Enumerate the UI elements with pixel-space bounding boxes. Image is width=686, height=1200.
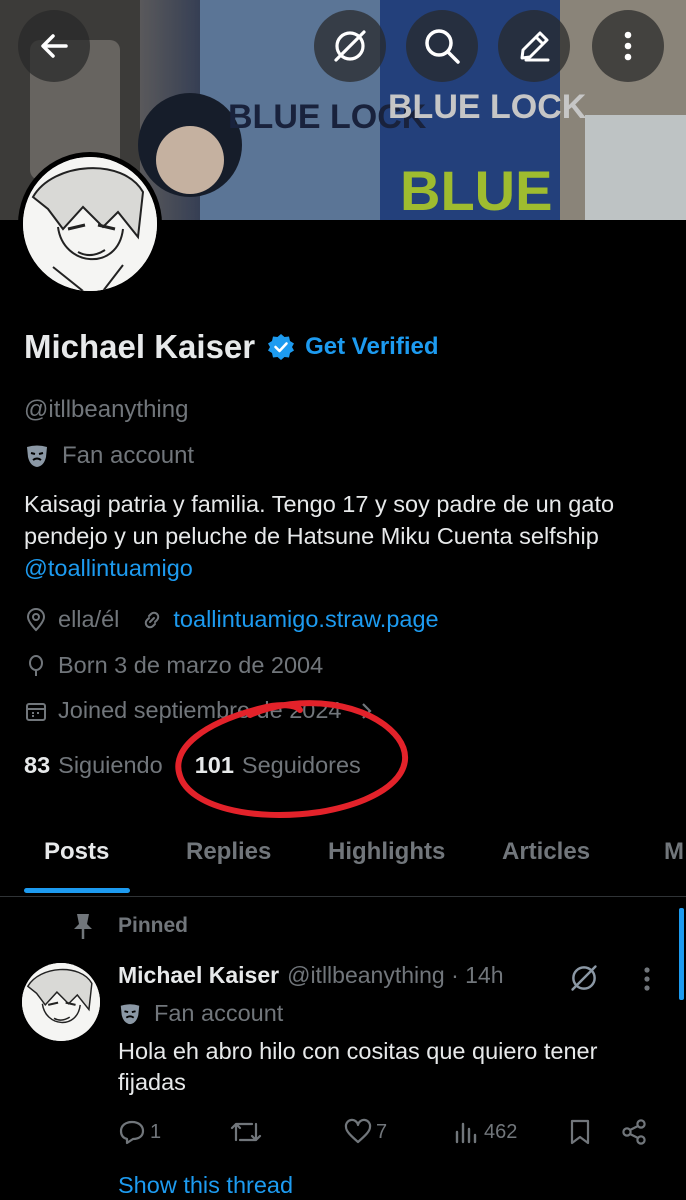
scrollbar[interactable] [679,908,684,1000]
avatar-image [23,157,157,291]
post-handle-time: @itllbeanything · 14h [287,962,504,988]
post-text: Hola eh abro hilo con cositas que quiero… [118,1038,598,1095]
calendar-icon [24,699,48,723]
pinned-indicator: Pinned [72,912,188,940]
post-author-name[interactable]: Michael Kaiser [118,962,279,989]
pinned-label: Pinned [118,914,189,937]
views-button[interactable]: 462 [454,1118,517,1146]
theater-mask-icon [24,443,50,469]
profile-location: ella/él [58,606,120,632]
back-arrow-icon [41,34,68,58]
profile-tabs: Posts Replies Highlights Articles M [0,830,686,897]
chevron-right-icon [360,701,374,721]
search-icon [425,29,460,64]
grok-button[interactable] [314,10,386,82]
profile-handle: @itllbeanything [24,396,189,423]
edit-button[interactable] [498,10,570,82]
views-count: 462 [484,1120,518,1143]
profile-meta-row-2: Born 3 de marzo de 2004 [24,652,323,679]
back-button[interactable] [18,10,90,82]
like-count: 7 [376,1120,388,1143]
repost-icon [230,1122,262,1142]
profile-born: Born 3 de marzo de 2004 [58,652,324,678]
theater-mask-icon [118,1002,142,1026]
profile-label-text: Fan account [62,442,195,469]
followers-count: 101 [194,752,234,778]
heart-icon [344,1118,372,1144]
tab-highlights[interactable]: Highlights [328,838,445,866]
profile-bio: Kaisagi patria y familia. Tengo 17 y soy… [24,488,664,584]
show-thread-link[interactable]: Show this thread [118,1172,293,1199]
following-count: 83 [24,752,51,778]
edit-icon [520,31,550,62]
bio-mention-link[interactable]: @toallintuamigo [24,555,193,581]
post-author-avatar[interactable] [22,963,100,1041]
grok-icon [334,30,366,62]
profile-label: Fan account [24,442,194,470]
active-tab-indicator [24,888,130,893]
reply-icon [119,1120,145,1145]
bookmark-icon [570,1119,590,1145]
balloon-icon [24,654,48,678]
link-icon [141,609,163,631]
more-button[interactable] [592,10,664,82]
repost-button[interactable] [230,1118,262,1146]
post-grok-button[interactable] [566,960,602,996]
more-vertical-icon [644,967,650,991]
post-label: Fan account [118,1000,283,1027]
like-button[interactable]: 7 [344,1118,387,1146]
profile-name: Michael Kaiser [24,328,256,365]
followers-link[interactable]: 101 Seguidores [195,752,361,779]
profile-meta-row-1: ella/él toallintuamigo.straw.page [24,606,439,633]
profile-joined: Joined septiembre de 2024 [58,697,342,723]
share-icon [622,1119,646,1145]
reply-count: 1 [150,1120,162,1143]
post-label-text: Fan account [154,1000,284,1026]
pin-icon [72,912,94,940]
reply-button[interactable]: 1 [118,1118,161,1146]
search-button[interactable] [406,10,478,82]
profile-name-row: Michael Kaiser Get Verified [24,328,439,366]
following-label: Siguiendo [58,752,163,778]
bar-chart-icon [455,1122,477,1144]
tab-posts[interactable]: Posts [44,838,109,866]
followers-label: Seguidores [241,752,361,778]
get-verified-button[interactable]: Get Verified [305,333,438,361]
grok-icon [571,965,597,991]
share-button[interactable] [620,1118,648,1146]
tab-articles[interactable]: Articles [502,838,590,866]
profile-website-link[interactable]: toallintuamigo.straw.page [173,606,438,633]
bio-text: Kaisagi patria y familia. Tengo 17 y soy… [24,491,615,549]
bookmark-button[interactable] [566,1118,594,1146]
post-more-button[interactable] [632,962,662,996]
more-vertical-icon [624,31,632,61]
following-link[interactable]: 83 Siguiendo [24,752,163,779]
follow-stats: 83 Siguiendo 101 Seguidores [24,752,361,779]
verified-badge-icon [267,333,295,361]
profile-avatar[interactable] [18,152,162,296]
location-pin-icon [24,607,48,632]
tab-media[interactable]: M [664,838,684,866]
profile-meta-row-3[interactable]: Joined septiembre de 2024 [24,697,374,724]
tab-replies[interactable]: Replies [186,838,271,866]
post-header: Michael Kaiser @itllbeanything · 14h [118,962,504,989]
